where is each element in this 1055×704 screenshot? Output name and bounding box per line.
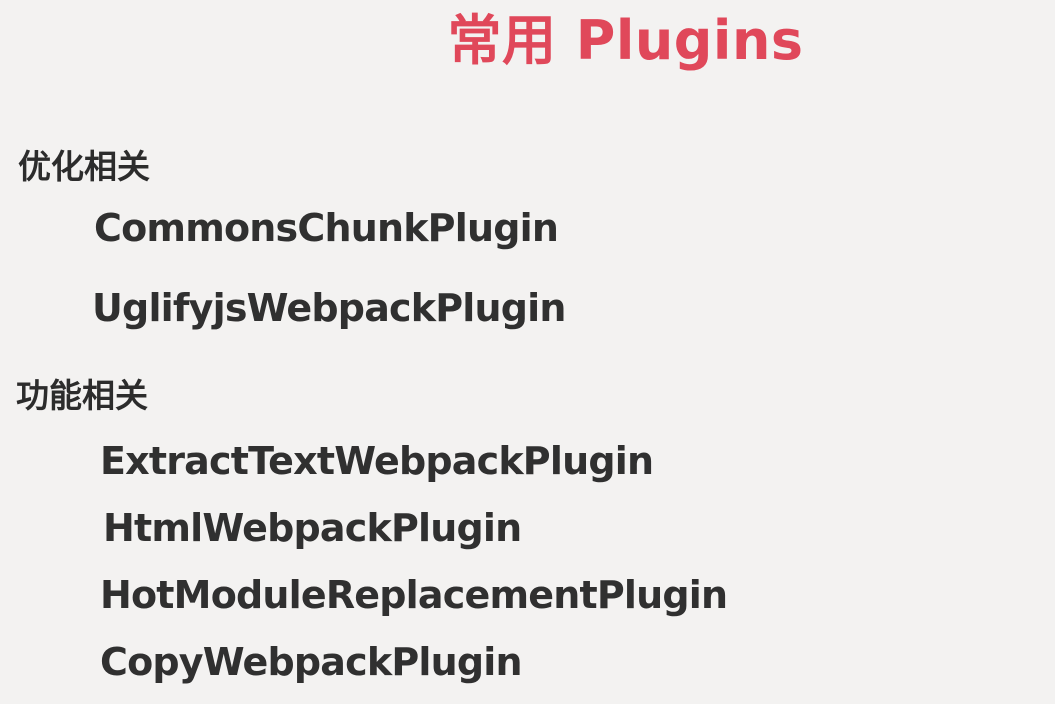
section-heading-functionality: 功能相关 (16, 376, 148, 415)
plugin-item: UglifyjsWebpackPlugin (92, 286, 566, 330)
slide: 常用 Plugins 优化相关 CommonsChunkPlugin Uglif… (0, 0, 1055, 704)
plugin-item: CopyWebpackPlugin (100, 640, 523, 684)
plugin-item: ExtractTextWebpackPlugin (100, 439, 654, 483)
slide-title-text: 常用 Plugins (447, 9, 804, 72)
slide-title: 常用 Plugins (0, 4, 1055, 78)
plugin-item: HotModuleReplacementPlugin (100, 573, 728, 617)
plugin-item: HtmlWebpackPlugin (103, 506, 522, 550)
section-heading-optimization: 优化相关 (18, 147, 150, 186)
plugin-item: CommonsChunkPlugin (94, 206, 559, 250)
